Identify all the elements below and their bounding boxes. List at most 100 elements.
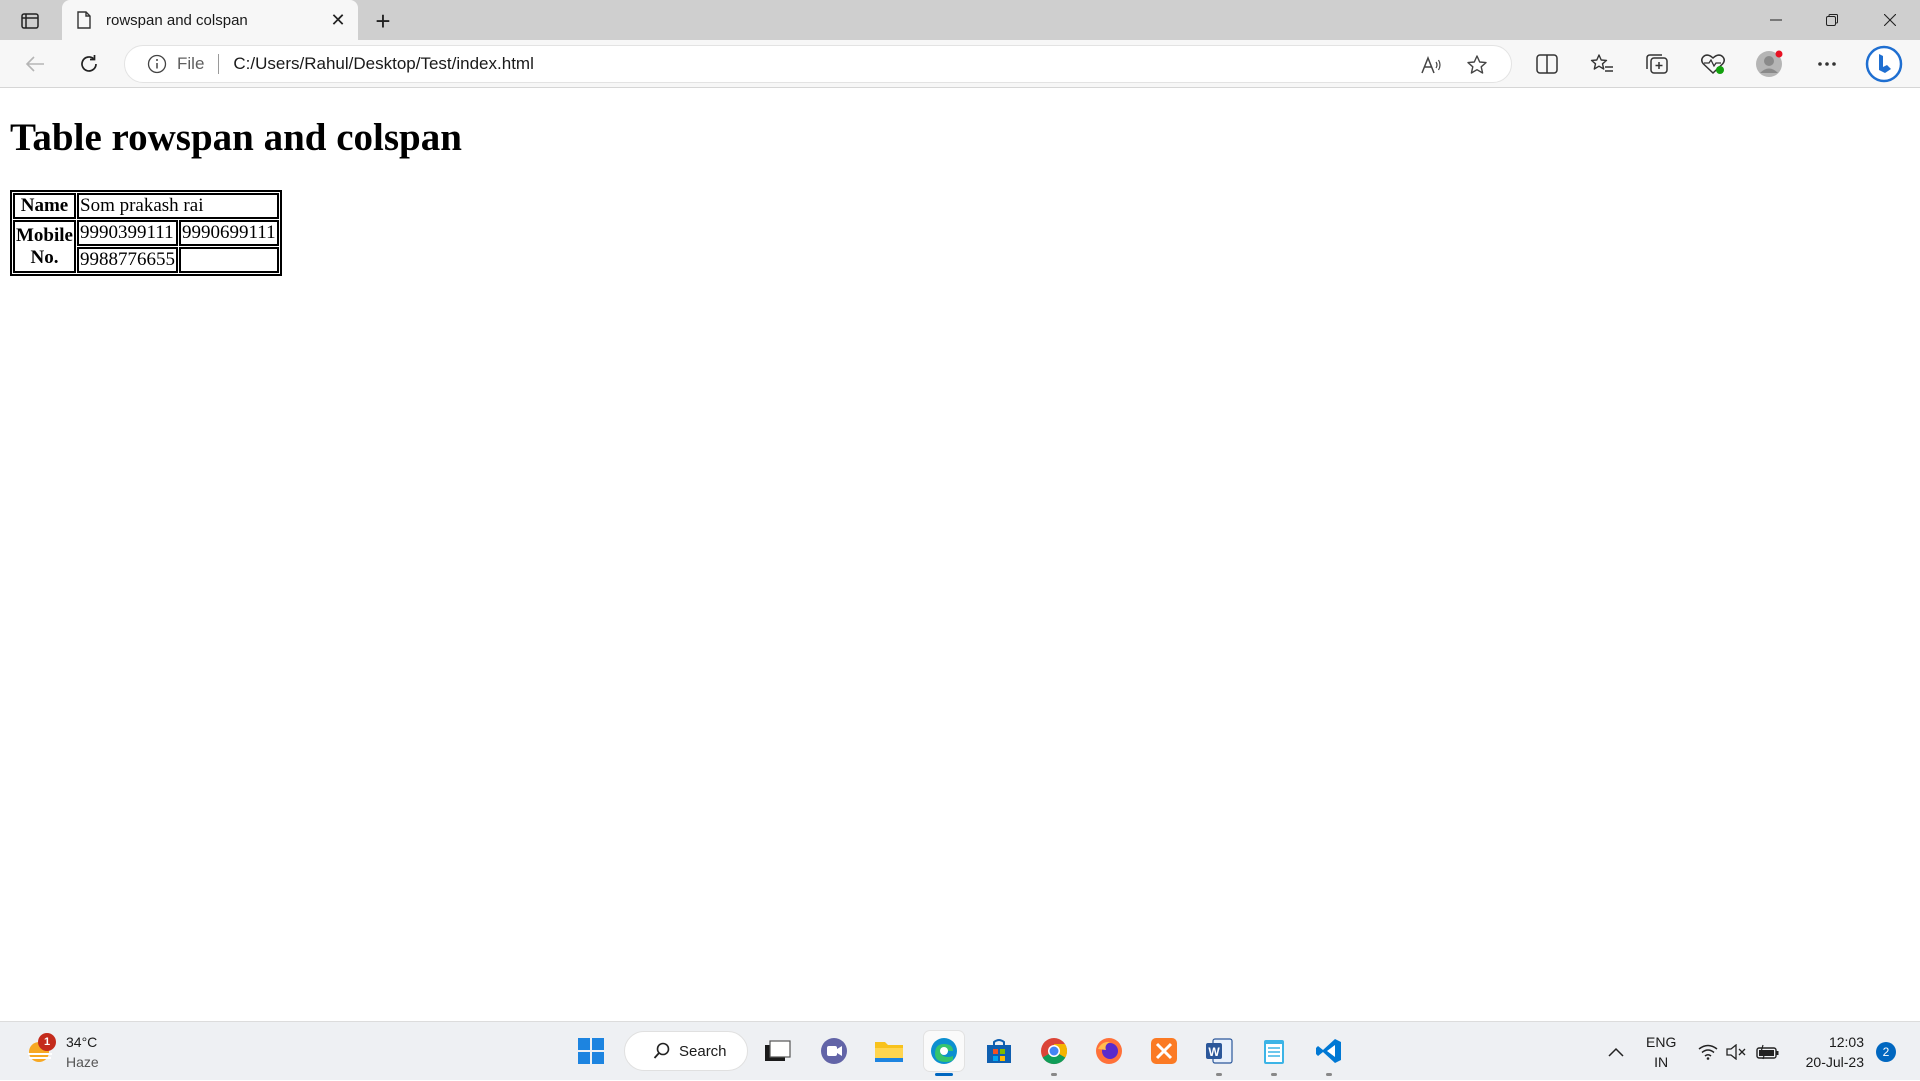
start-button[interactable] (571, 1031, 611, 1071)
notepad-button[interactable] (1254, 1031, 1294, 1076)
browser-essentials-button[interactable] (1696, 48, 1730, 80)
tab-title: rowspan and colspan (106, 11, 248, 29)
back-button[interactable] (18, 48, 52, 80)
clock-time: 12:03 (1828, 1034, 1864, 1050)
weather-condition: Haze (66, 1054, 99, 1070)
task-view-icon (765, 1040, 791, 1061)
address-url[interactable]: C:/Users/Rahul/Desktop/Test/index.html (233, 54, 533, 74)
browser-tab-bar: rowspan and colspan ✕ + (0, 0, 1920, 40)
vscode-icon (1316, 1039, 1341, 1063)
new-tab-button[interactable]: + (368, 6, 398, 36)
xampp-icon (1151, 1038, 1177, 1064)
collections-icon (1646, 54, 1668, 74)
close-icon (1884, 14, 1896, 26)
firefox-button[interactable] (1089, 1031, 1129, 1071)
mobile-cell: 9988776655 (77, 247, 178, 273)
page-content: Table rowspan and colspan Name Som praka… (0, 89, 1920, 1021)
read-aloud-icon (1421, 55, 1441, 74)
restore-button[interactable] (1804, 0, 1860, 40)
table-row: Name Som prakash rai (13, 193, 279, 219)
tab-active[interactable]: rowspan and colspan ✕ (62, 0, 358, 40)
volume-muted-icon[interactable] (1726, 1022, 1746, 1081)
lang-line1: ENG (1646, 1034, 1677, 1050)
address-scheme-label: File (177, 54, 205, 73)
mobile-cell: 9990399111 (77, 220, 178, 246)
profile-button[interactable] (1752, 48, 1786, 80)
store-icon (987, 1039, 1011, 1063)
running-indicator (1271, 1073, 1277, 1076)
favorite-star-button[interactable] (1461, 49, 1493, 81)
word-button[interactable]: W (1199, 1031, 1239, 1076)
edge-icon (931, 1038, 957, 1064)
weather-haze-icon: 1 (24, 1033, 58, 1069)
task-view-button[interactable] (757, 1031, 797, 1071)
bing-copilot-button[interactable] (1864, 44, 1904, 84)
svg-text:W: W (1208, 1045, 1220, 1059)
more-dots-icon (1818, 62, 1836, 66)
mobile-header: Mobile No. (13, 220, 76, 273)
windows-logo-icon (578, 1038, 604, 1064)
running-indicator (1216, 1073, 1222, 1076)
word-icon: W (1206, 1038, 1233, 1064)
search-icon (653, 1042, 670, 1059)
bing-icon (1865, 45, 1903, 83)
chat-icon (821, 1038, 847, 1064)
chevron-up-icon (1608, 1047, 1624, 1057)
favorites-list-icon (1590, 54, 1613, 72)
heart-pulse-icon (1701, 54, 1725, 75)
vscode-button[interactable] (1309, 1031, 1349, 1076)
edge-taskbar-button[interactable] (924, 1031, 964, 1076)
page-heading: Table rowspan and colspan (10, 116, 462, 159)
mobile-header-line2: No. (30, 246, 59, 268)
page-icon (77, 11, 91, 29)
xampp-button[interactable] (1144, 1031, 1184, 1071)
table-row: Mobile No. 9990399111 9990699111 (13, 220, 279, 273)
tab-actions-button[interactable] (14, 8, 46, 34)
close-tab-button[interactable]: ✕ (324, 6, 352, 34)
contact-table: Name Som prakash rai Mobile No. 999039911… (10, 190, 282, 276)
search-label: Search (679, 1042, 727, 1060)
name-cell: Som prakash rai (77, 193, 279, 219)
back-arrow-icon (25, 56, 44, 72)
running-indicator (1051, 1073, 1057, 1076)
avatar-icon (1756, 50, 1783, 77)
show-hidden-icons-button[interactable] (1608, 1022, 1624, 1081)
weather-widget[interactable]: 1 34°C Haze (24, 1030, 99, 1074)
collections-button[interactable] (1640, 48, 1674, 80)
mobile-cell: 9990699111 (179, 220, 279, 246)
lang-line2: IN (1654, 1054, 1669, 1070)
browser-toolbar: File C:/Users/Rahul/Desktop/Test/index.h… (0, 40, 1920, 88)
settings-more-button[interactable] (1810, 48, 1844, 80)
weather-temp: 34°C (66, 1034, 98, 1050)
mobile-header-line1: Mobile (16, 224, 73, 246)
tab-actions-icon (21, 13, 39, 29)
notepad-icon (1264, 1040, 1284, 1064)
favorites-button[interactable] (1585, 48, 1619, 80)
split-screen-icon (1536, 54, 1558, 74)
system-clock[interactable]: 12:03 20-Jul-23 (1790, 1032, 1864, 1072)
chrome-button[interactable] (1034, 1031, 1074, 1076)
store-button[interactable] (979, 1031, 1019, 1071)
folder-icon (875, 1042, 903, 1062)
taskbar-search[interactable]: Search (624, 1031, 748, 1071)
file-explorer-button[interactable] (869, 1031, 909, 1071)
active-app-indicator (935, 1073, 953, 1076)
input-language[interactable]: ENG IN (1646, 1032, 1676, 1072)
refresh-icon (81, 55, 97, 72)
notification-badge[interactable]: 2 (1876, 1042, 1896, 1062)
minimize-icon (1770, 19, 1782, 21)
teams-chat-button[interactable] (814, 1031, 854, 1071)
name-header: Name (13, 193, 76, 219)
battery-icon[interactable] (1756, 1022, 1780, 1081)
address-bar[interactable]: File C:/Users/Rahul/Desktop/Test/index.h… (124, 45, 1512, 83)
wifi-icon[interactable] (1698, 1022, 1718, 1081)
refresh-button[interactable] (72, 48, 106, 80)
read-aloud-button[interactable] (1415, 49, 1447, 81)
split-screen-button[interactable] (1530, 48, 1564, 80)
minimize-button[interactable] (1748, 0, 1804, 40)
weather-badge: 1 (38, 1033, 56, 1051)
info-icon[interactable] (147, 54, 167, 74)
star-icon (1467, 55, 1487, 74)
running-indicator (1326, 1073, 1332, 1076)
close-window-button[interactable] (1862, 0, 1918, 40)
